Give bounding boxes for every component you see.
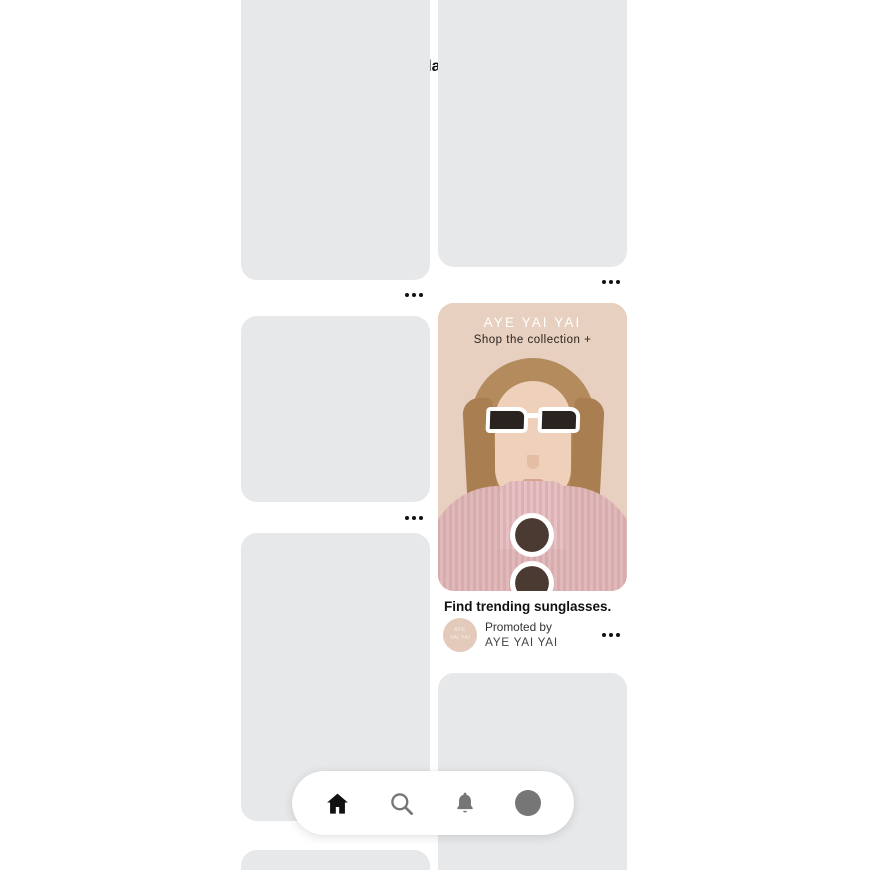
promoted-pin-meta: AYE YAI YAI Promoted by AYE YAI YAI	[443, 617, 627, 653]
placeholder-card[interactable]	[241, 0, 430, 280]
nav-profile-button[interactable]	[506, 781, 550, 825]
product-lens-1	[515, 518, 549, 552]
cat-eye-sunglasses	[485, 407, 581, 435]
product-lens-2	[515, 566, 549, 591]
nav-notifications-button[interactable]	[443, 781, 487, 825]
nav-search-button[interactable]	[379, 781, 423, 825]
placeholder-card[interactable]	[241, 850, 430, 870]
pin-overflow-menu-icon[interactable]	[405, 511, 423, 525]
promoted-pin-title: Find trending sunglasses.	[444, 599, 612, 614]
home-icon	[327, 793, 349, 814]
pin-overflow-menu-icon[interactable]	[405, 288, 423, 302]
avatar-text-line-1: AYE	[454, 627, 466, 634]
placeholder-card[interactable]	[438, 0, 627, 267]
avatar-text-line-2: YAI YAI	[449, 635, 471, 641]
promoted-by-label: Promoted by	[485, 620, 552, 635]
advertiser-name: AYE YAI YAI	[485, 635, 558, 649]
promoted-pin-overflow-menu-icon[interactable]	[602, 628, 620, 642]
sunglass-bridge	[528, 413, 538, 418]
pin-brand-overlay-text: AYE YAI YAI	[483, 315, 582, 330]
promoted-pin-card[interactable]: AYE YAI YAI Shop the collection + Find t…	[438, 303, 627, 652]
advertiser-avatar[interactable]: AYE YAI YAI	[443, 618, 477, 652]
promoted-pin-image[interactable]: AYE YAI YAI Shop the collection +	[438, 303, 627, 591]
bell-icon	[456, 792, 473, 813]
advertiser-info: Promoted by AYE YAI YAI	[485, 620, 558, 649]
bottom-navigation-bar	[292, 771, 574, 835]
pinterest-mock-screen: Pinterest FPO Mock For you Today Followi…	[0, 0, 869, 870]
pin-overflow-menu-icon[interactable]	[602, 275, 620, 289]
profile-avatar-icon	[515, 790, 542, 816]
placeholder-card[interactable]	[241, 316, 430, 502]
model-nose	[527, 455, 539, 469]
sunglass-lens-right	[537, 407, 581, 433]
pin-cta-overlay-text: Shop the collection +	[473, 334, 592, 346]
pin-feed-grid: AYE YAI YAI Shop the collection + Find t…	[0, 0, 869, 870]
nav-home-button[interactable]	[316, 781, 360, 825]
product-thumbnail-1[interactable]	[510, 513, 554, 557]
search-icon	[390, 792, 413, 815]
sunglass-lens-left	[485, 407, 529, 433]
